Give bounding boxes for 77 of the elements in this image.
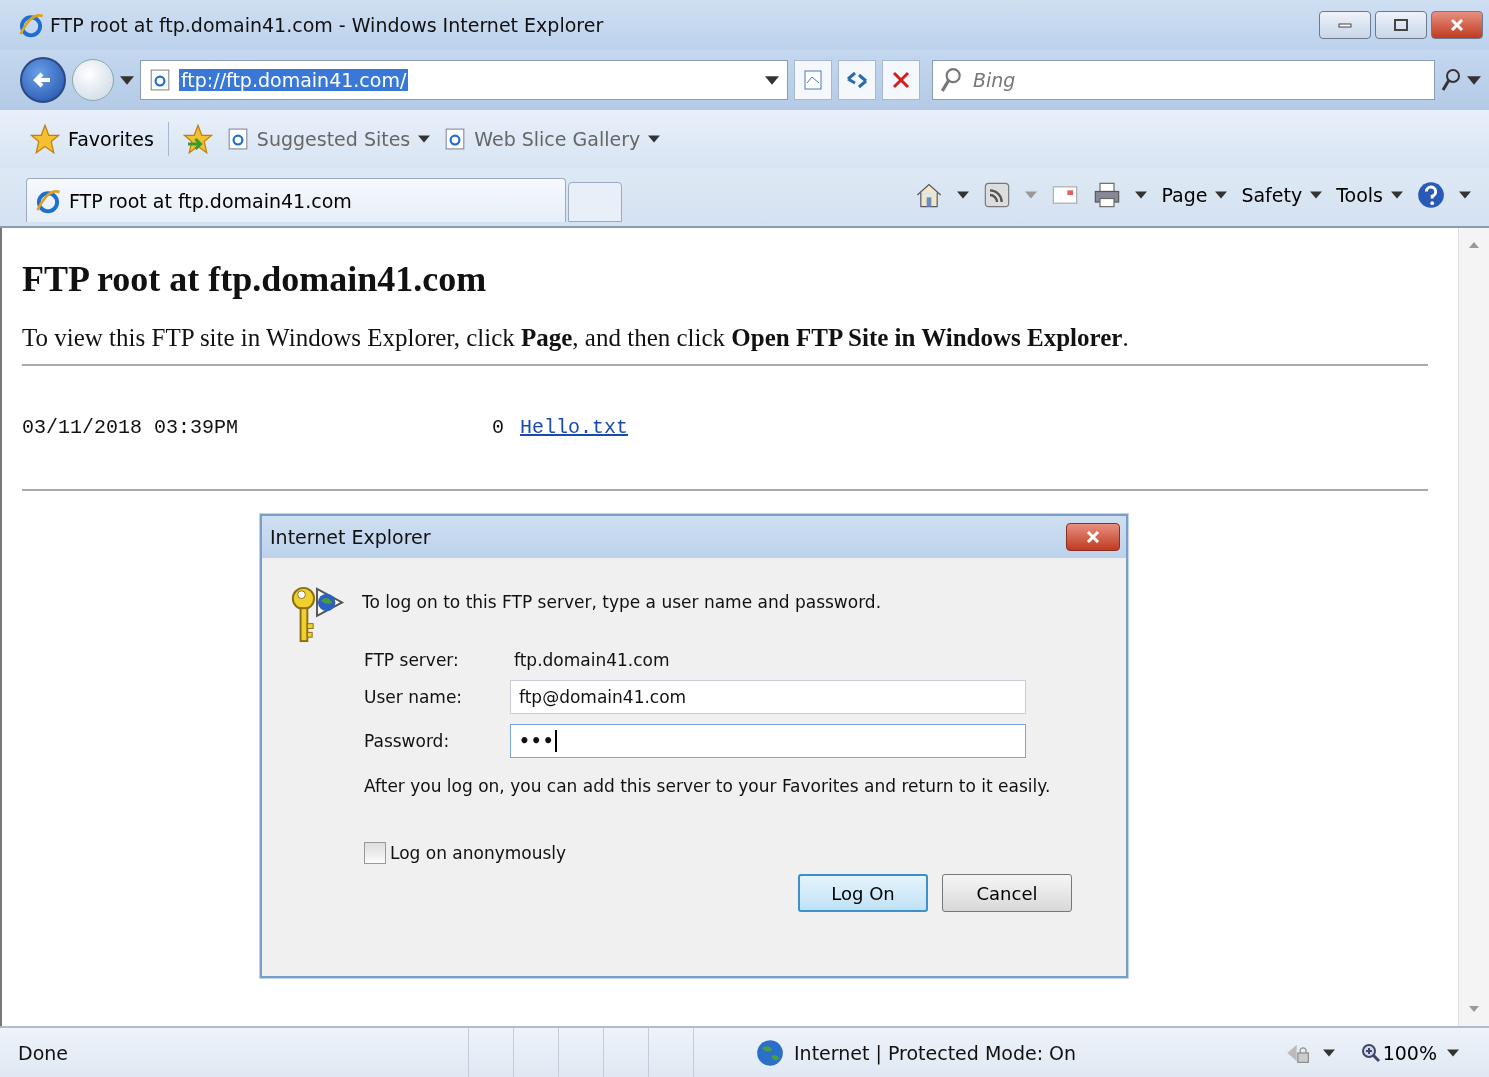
address-bar[interactable]: ftp://ftp.domain41.com/ [140,60,788,100]
dropdown-icon [1391,191,1403,199]
refresh-icon [845,69,869,91]
maximize-button[interactable] [1375,11,1427,39]
server-name: ftp.domain41.com [513,650,671,670]
page-icon [226,128,249,150]
page-heading: FTP root at ftp.domain41.com [22,258,488,300]
search-icon[interactable] [1441,68,1461,92]
field-label: User name: [364,687,464,707]
browser-logo-icon [35,187,61,214]
dialog-message: To log on to this FTP server, type a user name and password. [362,592,882,612]
zoom-icon [1360,1042,1381,1063]
close-icon [1450,19,1464,31]
scroll-up-icon[interactable] [1469,242,1479,248]
scroll-down-icon[interactable] [1469,1006,1479,1012]
dialog-title: Internet Explorer [270,526,431,548]
zoom-button[interactable]: 100% [1360,1041,1437,1064]
back-button[interactable] [20,57,66,103]
dropdown-icon[interactable] [957,191,970,199]
scrollbar[interactable] [1458,228,1489,1026]
checkbox-label[interactable]: Log on anonymously [390,843,567,863]
dropdown-icon [648,135,661,143]
dropdown-icon[interactable] [1459,191,1471,199]
status-text: Done [18,1041,69,1064]
command-menu[interactable]: Safety [1241,184,1323,206]
close-button[interactable] [1431,11,1483,39]
username-field[interactable]: ftp@domain41.com [510,680,1026,714]
minimize-button[interactable] [1319,11,1371,39]
dropdown-icon [1310,191,1323,199]
search-icon [940,67,962,93]
url-text: ftp://ftp.domain41.com/ [179,69,409,91]
stop-button[interactable] [882,60,920,100]
browser-tab[interactable]: FTP root at ftp.domain41.com [26,178,566,222]
stop-icon [891,70,911,90]
dropdown-icon[interactable] [120,75,134,85]
page-icon [149,69,171,91]
help-icon[interactable] [1417,181,1445,209]
password-field[interactable]: ••• [510,724,1026,758]
dropdown-icon[interactable] [1447,1048,1459,1057]
refresh-button[interactable] [838,60,876,100]
close-icon [1086,531,1100,543]
page-icon [802,69,824,91]
favorites-button[interactable]: Favorites [30,124,154,154]
command-menu[interactable]: Page [1161,184,1228,206]
file-link[interactable]: Hello.txt [520,416,629,439]
feed-icon[interactable] [983,181,1012,209]
dropdown-icon [1215,191,1228,199]
favorites-link[interactable]: Web Slice Gallery [444,128,661,150]
instruction-text: To view this FTP site in Windows Explorer, click Page, and then click Open FTP Site in Windows Explorer. [22,324,1130,352]
checkbox[interactable] [364,842,386,864]
window-title: FTP root at ftp.domain41.com - Windows Internet Explorer [50,14,604,36]
star-icon [30,124,60,154]
dropdown-icon[interactable] [1135,191,1148,199]
file-size: 0 [492,416,504,439]
print-icon[interactable] [1093,181,1122,209]
search-field[interactable]: Bing [932,60,1435,100]
minimize-icon [1338,22,1352,28]
globe-icon [756,1038,784,1067]
close-button[interactable] [1066,523,1120,551]
dropdown-icon[interactable] [1322,1048,1335,1057]
favorites-link[interactable]: Suggested Sites [226,128,431,150]
log-on-button[interactable]: Log On [798,874,928,912]
home-icon[interactable] [915,181,944,209]
command-menu[interactable]: Tools [1336,184,1403,206]
field-label: FTP server: [364,650,460,670]
field-label: Password: [364,731,451,751]
dropdown-icon[interactable] [765,75,779,85]
browser-logo-icon [18,12,44,38]
cancel-button[interactable]: Cancel [942,874,1072,912]
add-favorites-icon[interactable] [182,124,213,154]
dropdown-icon [418,135,431,143]
dialog-note: After you log on, you can add this server to your Favorites and return to it easily. [364,776,1052,796]
file-date: 03/11/2018 03:39PM [22,416,240,439]
security-zone: Internet | Protected Mode: On [794,1041,1077,1064]
maximize-icon [1394,19,1408,31]
page-icon [444,128,467,150]
dropdown-icon[interactable] [1467,75,1481,85]
